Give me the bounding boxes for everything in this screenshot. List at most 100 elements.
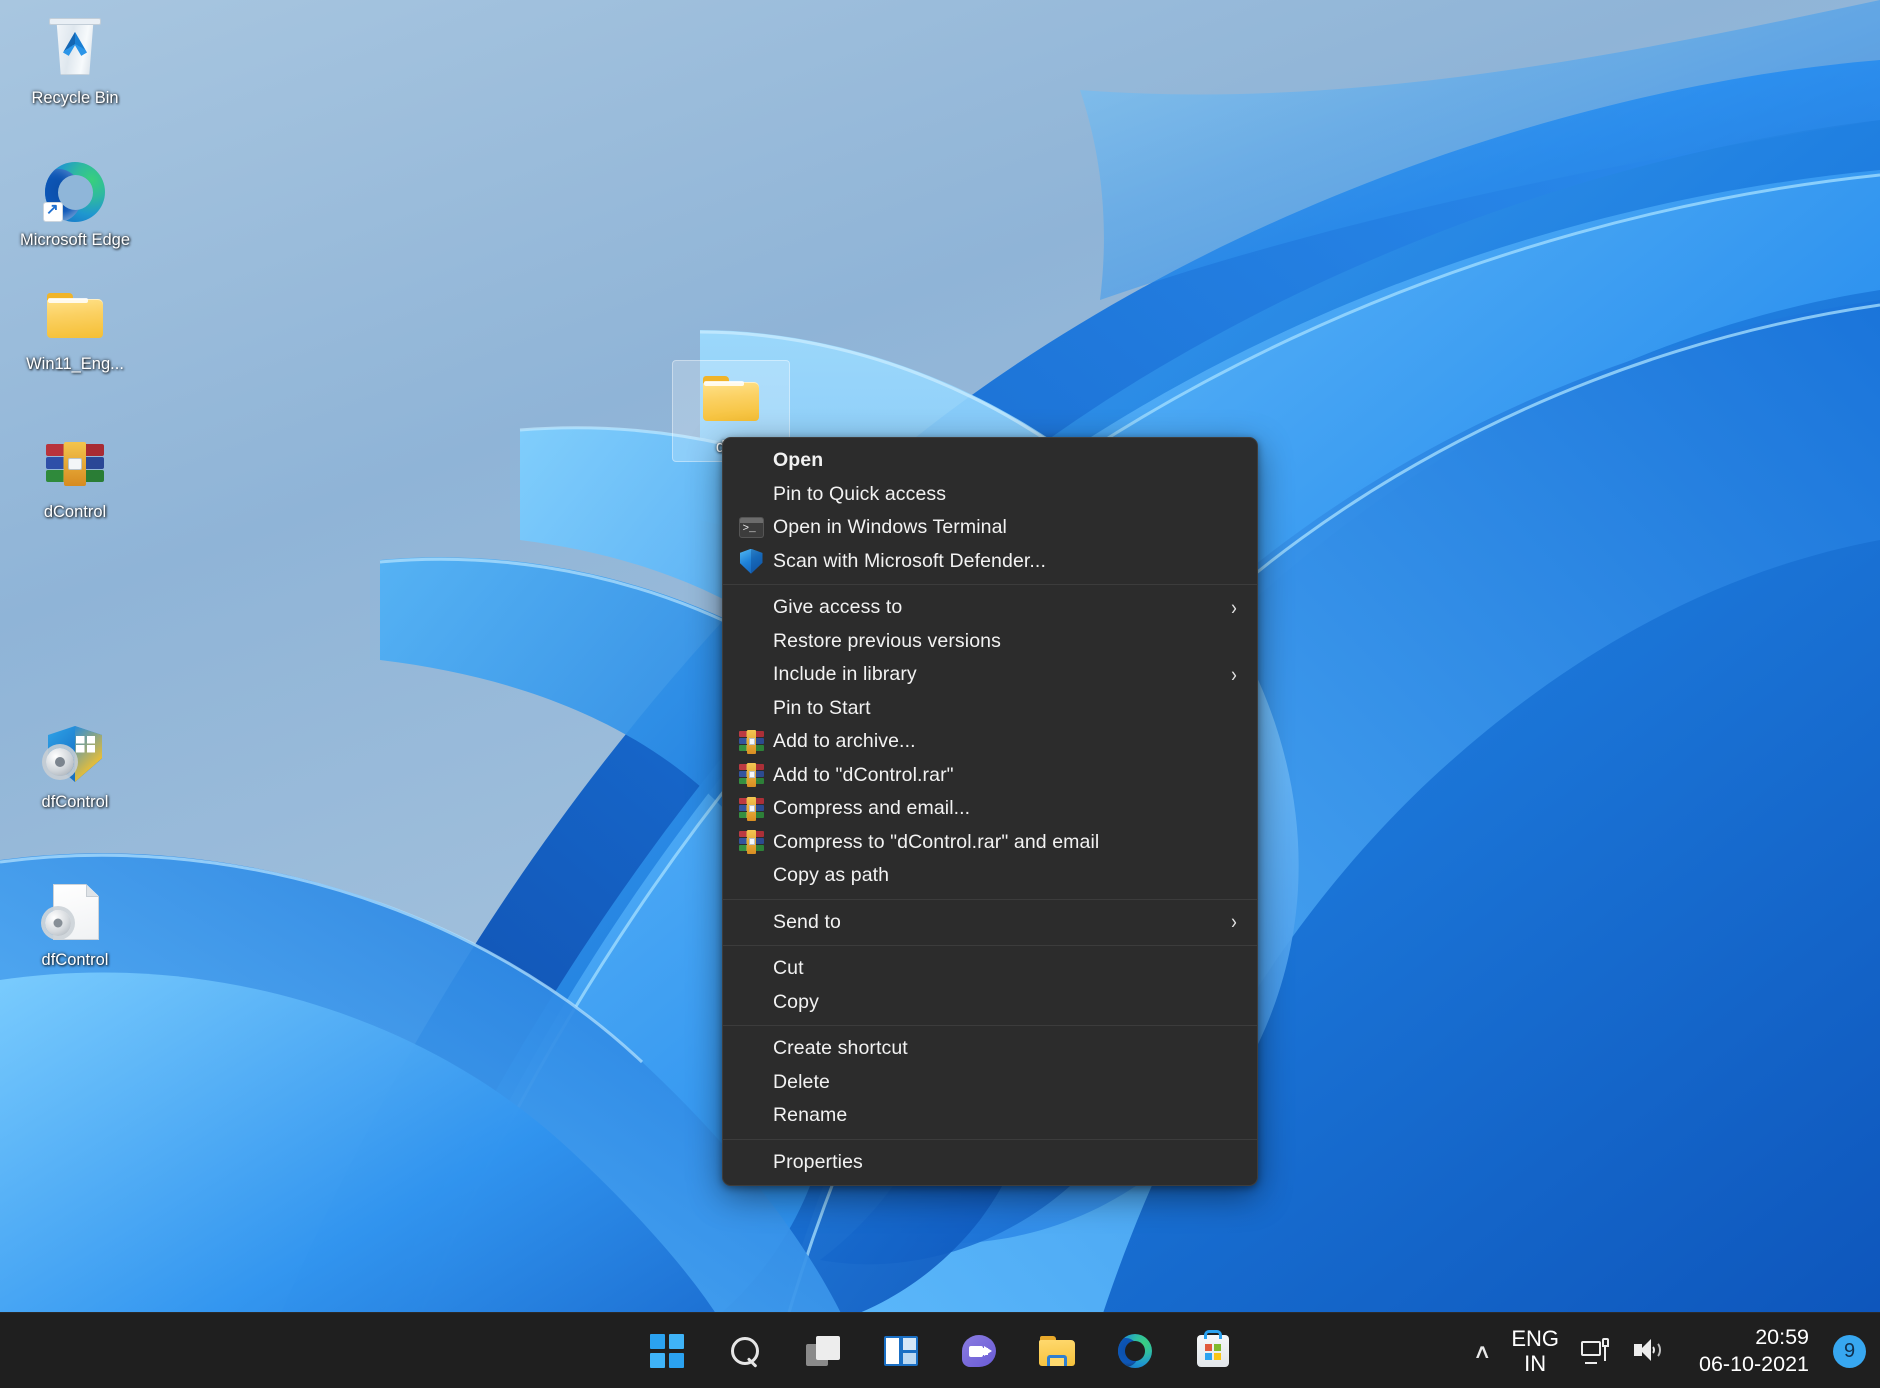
file-explorer-icon [1039, 1335, 1075, 1366]
volume-button[interactable] [1622, 1323, 1674, 1379]
menu-item-include-in-library[interactable]: Include in library › [723, 658, 1257, 692]
menu-item-scan-with-microsoft-defender[interactable]: Scan with Microsoft Defender... [723, 545, 1257, 579]
file-explorer-button[interactable] [1033, 1327, 1081, 1375]
menu-separator [723, 1138, 1257, 1140]
chevron-right-icon: › [1231, 909, 1237, 934]
menu-item-label: Restore previous versions [773, 629, 1001, 652]
desktop-icon-label: Microsoft Edge [19, 231, 131, 249]
menu-item-icon-slot [729, 596, 773, 620]
menu-item-icon-slot [729, 1150, 773, 1174]
menu-item-label: Open [773, 449, 824, 472]
menu-item-icon-slot [729, 629, 773, 653]
menu-item-label: Cut [773, 957, 804, 980]
menu-item-label: Add to "dControl.rar" [773, 763, 954, 786]
desktop-icon-dfcontrol-app[interactable]: dfControl [16, 716, 134, 816]
menu-item-icon-slot [729, 864, 773, 888]
winrar-icon [729, 729, 773, 754]
menu-item-compress-to-dcontrol-rar-and-email[interactable]: Compress to "dControl.rar" and email [723, 826, 1257, 860]
menu-item-pin-to-start[interactable]: Pin to Start [723, 692, 1257, 726]
menu-item-copy-as-path[interactable]: Copy as path [723, 859, 1257, 893]
start-button[interactable] [643, 1327, 691, 1375]
menu-item-open[interactable]: Open [723, 444, 1257, 478]
microsoft-edge-button[interactable] [1111, 1327, 1159, 1375]
desktop-icon-label: Recycle Bin [31, 89, 119, 107]
desktop-icon-label: dControl [43, 503, 107, 521]
menu-item-label: Rename [773, 1104, 848, 1127]
notification-badge[interactable]: 9 [1833, 1334, 1866, 1368]
windows-logo-icon [650, 1333, 684, 1368]
menu-item-label: Copy as path [773, 864, 890, 887]
desktop-icon-grid: Recycle Bin Microsoft Edge Win11_Eng... … [0, 0, 150, 974]
menu-item-delete[interactable]: Delete [723, 1066, 1257, 1100]
menu-item-create-shortcut[interactable]: Create shortcut [723, 1032, 1257, 1066]
desktop-icon-label: dfControl [41, 793, 109, 811]
tray-date: 06-10-2021 [1699, 1352, 1809, 1376]
menu-item-label: Compress and email... [773, 797, 971, 820]
network-button[interactable] [1570, 1323, 1622, 1379]
menu-item-rename[interactable]: Rename [723, 1099, 1257, 1133]
desktop-icon-dfcontrol-file[interactable]: dfControl [16, 874, 134, 974]
task-view-icon [806, 1335, 840, 1366]
microsoft-store-button[interactable] [1189, 1327, 1237, 1375]
menu-item-give-access-to[interactable]: Give access to › [723, 591, 1257, 625]
menu-item-label: Pin to Quick access [773, 482, 947, 505]
search-button[interactable] [721, 1327, 769, 1375]
tray-overflow-button[interactable]: ∧ [1464, 1323, 1501, 1379]
menu-item-copy[interactable]: Copy [723, 986, 1257, 1020]
menu-item-send-to[interactable]: Send to › [723, 906, 1257, 940]
system-tray: ∧ ENG IN 20:59 06-10-2021 9 [1464, 1313, 1880, 1388]
task-view-button[interactable] [799, 1327, 847, 1375]
menu-item-label: Pin to Start [773, 696, 871, 719]
chat-button[interactable] [955, 1327, 1003, 1375]
menu-item-add-to-dcontrol-rar[interactable]: Add to "dControl.rar" [723, 759, 1257, 793]
winrar-icon [729, 830, 773, 855]
desktop-icon-label: dfControl [41, 951, 109, 969]
desktop-icon-dcontrol-archive[interactable]: dControl [16, 426, 134, 526]
chat-icon [962, 1334, 996, 1367]
desktop-icon-win11-eng[interactable]: Win11_Eng... [16, 278, 134, 378]
menu-separator [723, 898, 1257, 900]
menu-item-add-to-archive[interactable]: Add to archive... [723, 725, 1257, 759]
winrar-icon [729, 763, 773, 788]
folder-icon [43, 284, 107, 348]
language-line-2: IN [1524, 1351, 1547, 1376]
menu-item-icon-slot [729, 449, 773, 473]
menu-item-icon-slot [729, 663, 773, 687]
network-icon [1581, 1338, 1611, 1364]
menu-item-properties[interactable]: Properties [723, 1146, 1257, 1180]
menu-item-label: Compress to "dControl.rar" and email [773, 830, 1100, 853]
taskbar: ∧ ENG IN 20:59 06-10-2021 9 [0, 1312, 1880, 1388]
menu-item-label: Give access to [773, 596, 903, 619]
chevron-up-icon: ∧ [1472, 1340, 1492, 1363]
menu-item-label: Send to [773, 910, 841, 933]
menu-item-icon-slot [729, 1104, 773, 1128]
language-indicator[interactable]: ENG IN [1500, 1323, 1570, 1379]
menu-item-icon-slot [729, 1070, 773, 1094]
menu-separator [723, 945, 1257, 946]
menu-separator [723, 1025, 1257, 1026]
microsoft-defender-icon [729, 548, 773, 574]
shield-gear-icon [43, 722, 107, 786]
folder-icon [699, 367, 763, 431]
widgets-button[interactable] [877, 1327, 925, 1375]
folder-context-menu[interactable]: Open Pin to Quick access Open in Windows… [722, 437, 1258, 1186]
desktop-icon-microsoft-edge[interactable]: Microsoft Edge [16, 154, 134, 254]
recycle-bin-icon [43, 18, 107, 82]
menu-item-pin-to-quick-access[interactable]: Pin to Quick access [723, 478, 1257, 512]
chevron-right-icon: › [1231, 595, 1237, 619]
menu-item-compress-and-email[interactable]: Compress and email... [723, 792, 1257, 826]
menu-item-label: Properties [773, 1150, 863, 1173]
menu-item-open-in-windows-terminal[interactable]: Open in Windows Terminal [723, 511, 1257, 545]
desktop-icon-recycle-bin[interactable]: Recycle Bin [16, 12, 134, 112]
menu-item-restore-previous-versions[interactable]: Restore previous versions [723, 625, 1257, 659]
menu-item-cut[interactable]: Cut [723, 952, 1257, 986]
language-line-1: ENG [1511, 1326, 1560, 1351]
windows-terminal-icon [729, 516, 773, 540]
menu-item-label: Open in Windows Terminal [773, 516, 1007, 539]
menu-item-icon-slot [729, 957, 773, 981]
volume-icon [1633, 1338, 1663, 1364]
clock-button[interactable]: 20:59 06-10-2021 [1674, 1323, 1829, 1379]
menu-item-label: Create shortcut [773, 1037, 908, 1060]
menu-item-icon-slot [729, 990, 773, 1014]
menu-item-label: Include in library [773, 663, 917, 686]
